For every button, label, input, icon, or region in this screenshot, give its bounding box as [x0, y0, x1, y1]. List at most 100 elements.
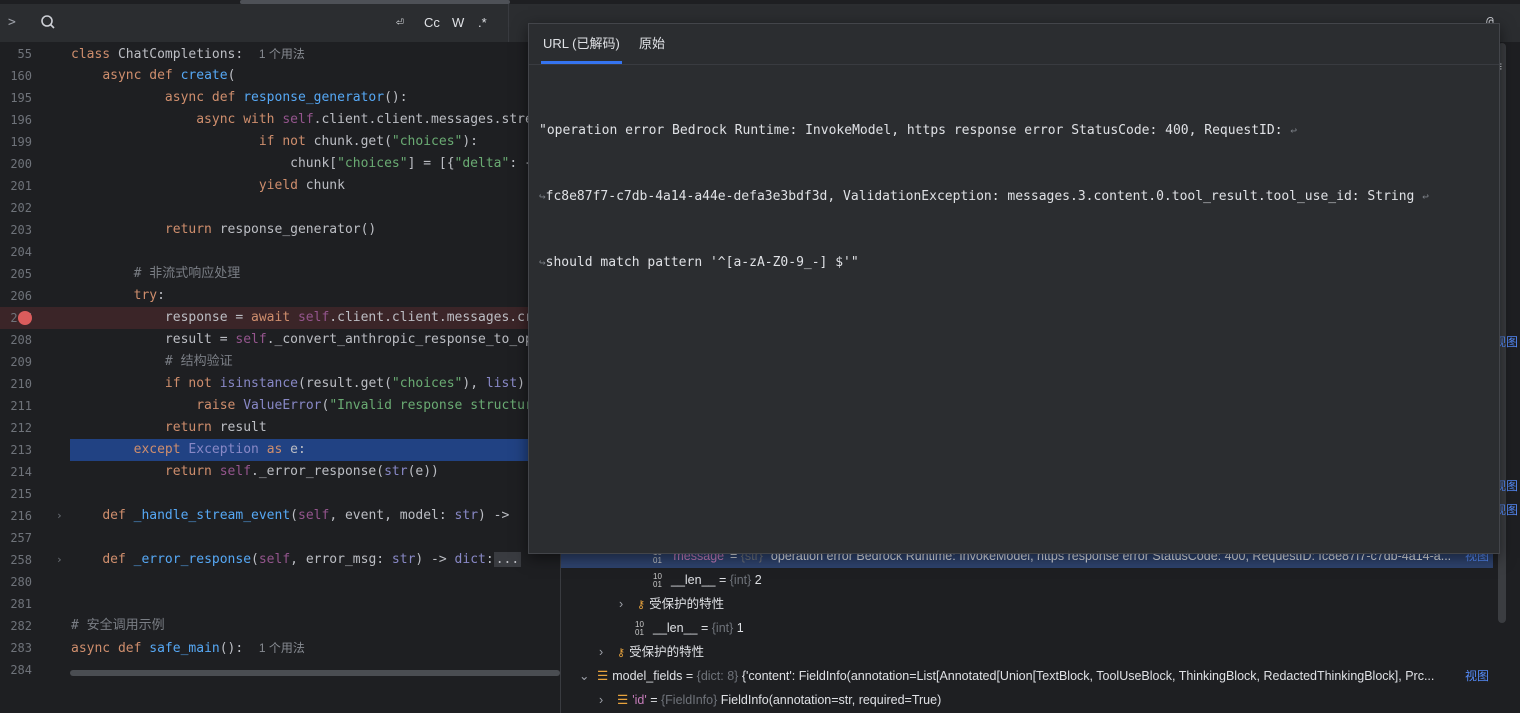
code-line[interactable]: 202 [0, 197, 560, 219]
code-line[interactable]: 280 [0, 571, 560, 593]
expand-chevron-icon[interactable]: > [8, 4, 16, 42]
code-line[interactable]: 281 [0, 593, 560, 615]
fold-chevron-icon[interactable]: › [56, 505, 63, 527]
code-text[interactable]: # 结构验证 [70, 351, 528, 373]
code-text[interactable] [70, 571, 528, 593]
newline-icon[interactable]: ⏎ [396, 4, 404, 42]
tab-url-decoded[interactable]: URL (已解码) [541, 24, 622, 64]
code-line[interactable]: 195 async def response_generator(): [0, 87, 560, 109]
code-line[interactable]: 208 result = self._convert_anthropic_res… [0, 329, 560, 351]
code-text[interactable]: response = await self.client.client.mess… [70, 307, 528, 329]
line-number[interactable]: 282 [0, 615, 32, 637]
line-number[interactable]: 160 [0, 65, 32, 87]
code-text[interactable]: yield chunk [70, 175, 528, 197]
code-line[interactable]: 55 class ChatCompletions: 1 个用法 [0, 43, 560, 65]
line-number[interactable]: 210 [0, 373, 32, 395]
line-number[interactable]: 257 [0, 527, 32, 549]
code-line[interactable]: 216 › def _handle_stream_event(self, even… [0, 505, 560, 527]
code-text[interactable] [70, 527, 528, 549]
code-text[interactable]: # 安全调用示例 [70, 615, 528, 637]
code-text[interactable]: result = self._convert_anthropic_respons… [70, 329, 528, 351]
code-text[interactable]: def _handle_stream_event(self, event, mo… [70, 505, 528, 527]
code-text[interactable]: return self._error_response(str(e)) [70, 461, 528, 483]
code-line[interactable]: 204 [0, 241, 560, 263]
view-link[interactable]: 视图 [1465, 664, 1489, 688]
code-line[interactable]: 213 except Exception as e: [0, 439, 560, 461]
code-text[interactable] [70, 483, 528, 505]
line-number[interactable]: 215 [0, 483, 32, 505]
line-number[interactable]: 281 [0, 593, 32, 615]
code-line[interactable]: 160 async def create( [0, 65, 560, 87]
line-number[interactable]: 214 [0, 461, 32, 483]
code-text[interactable]: async with self.client.client.messages.s… [70, 109, 528, 131]
code-text[interactable]: if not chunk.get("choices"): [70, 131, 528, 153]
line-number[interactable]: 195 [0, 87, 32, 109]
code-line[interactable]: 209 # 结构验证 [0, 351, 560, 373]
line-number[interactable]: 209 [0, 351, 32, 373]
code-editor[interactable]: 55 class ChatCompletions: 1 个用法 160 async … [0, 43, 560, 713]
variable-row[interactable]: › ☰'id' = {FieldInfo} FieldInfo(annotatio… [561, 688, 1493, 712]
line-number[interactable]: 213 [0, 439, 32, 461]
line-number[interactable]: 199 [0, 131, 32, 153]
line-number[interactable]: 202 [0, 197, 32, 219]
line-number[interactable]: 196 [0, 109, 32, 131]
line-number[interactable]: 284 [0, 659, 32, 681]
line-number[interactable]: 280 [0, 571, 32, 593]
code-line[interactable]: 205 # 非流式响应处理 [0, 263, 560, 285]
code-text[interactable]: async def safe_main(): 1 个用法 [70, 637, 528, 659]
line-number[interactable]: 201 [0, 175, 32, 197]
code-line[interactable]: 283 async def safe_main(): 1 个用法 [0, 637, 560, 659]
variable-row[interactable]: › ⚷ 受保护的特性 [561, 592, 1493, 616]
regex-toggle[interactable]: .* [478, 4, 487, 42]
fold-chevron-icon[interactable]: › [56, 549, 63, 571]
code-text[interactable]: # 非流式响应处理 [70, 263, 528, 285]
line-number[interactable]: 206 [0, 285, 32, 307]
variable-row[interactable]: ⌄ ☰ model_fields = {dict: 8} {'content': F… [561, 664, 1493, 688]
code-line[interactable]: 257 [0, 527, 560, 549]
match-case-toggle[interactable]: Cc [424, 4, 440, 42]
variable-row[interactable]: 10 01 __len__ = {int} 2 [561, 568, 1493, 592]
code-text[interactable]: return response_generator() [70, 219, 528, 241]
code-line[interactable]: 212 return result [0, 417, 560, 439]
line-number[interactable]: 204 [0, 241, 32, 263]
code-line[interactable]: 203 return response_generator() [0, 219, 560, 241]
code-text[interactable]: except Exception as e: [70, 439, 528, 461]
code-line[interactable]: 210 if not isinstance(result.get("choice… [0, 373, 560, 395]
code-text[interactable]: return result [70, 417, 528, 439]
variable-row[interactable]: 10 01 __len__ = {int} 1 [561, 616, 1493, 640]
code-text[interactable] [70, 593, 528, 615]
expand-chevron-icon[interactable]: ⌄ [579, 664, 593, 688]
code-line[interactable]: 200 chunk["choices"] = [{"delta": {}}] [0, 153, 560, 175]
whole-word-toggle[interactable]: W [452, 4, 464, 42]
code-text[interactable]: def _error_response(self, error_msg: str… [70, 549, 528, 571]
line-number[interactable]: 258 [0, 549, 32, 571]
tab-raw[interactable]: 原始 [639, 24, 665, 64]
editor-horizontal-scrollbar[interactable] [70, 670, 560, 676]
code-text[interactable]: class ChatCompletions: 1 个用法 [70, 43, 528, 65]
line-number[interactable]: 216 [0, 505, 32, 527]
code-line[interactable]: 196 async with self.client.client.messag… [0, 109, 560, 131]
variable-row[interactable]: › ⚷ 受保护的特性 [561, 640, 1493, 664]
search-icon[interactable] [40, 4, 58, 42]
code-line[interactable]: 206 try: [0, 285, 560, 307]
code-text[interactable]: raise ValueError("Invalid response struc… [70, 395, 528, 417]
code-text[interactable]: try: [70, 285, 528, 307]
code-text[interactable]: async def create( [70, 65, 528, 87]
code-line[interactable]: 258 › def _error_response(self, error_msg… [0, 549, 560, 571]
line-number[interactable]: 211 [0, 395, 32, 417]
line-number[interactable]: 55 [0, 43, 32, 65]
expand-chevron-icon[interactable]: › [619, 592, 633, 616]
code-line[interactable]: 214 return self._error_response(str(e)) [0, 461, 560, 483]
code-text[interactable]: chunk["choices"] = [{"delta": {}}] [70, 153, 528, 175]
code-line[interactable]: 201 yield chunk [0, 175, 560, 197]
line-number[interactable]: 283 [0, 637, 32, 659]
code-line[interactable]: 282 # 安全调用示例 [0, 615, 560, 637]
line-number[interactable]: 203 [0, 219, 32, 241]
expand-chevron-icon[interactable]: › [599, 688, 613, 712]
code-line[interactable]: 211 raise ValueError("Invalid response s… [0, 395, 560, 417]
breakpoint-icon[interactable] [18, 311, 32, 325]
code-line[interactable]: 215 [0, 483, 560, 505]
line-number[interactable]: 200 [0, 153, 32, 175]
code-text[interactable] [70, 197, 528, 219]
line-number[interactable]: 205 [0, 263, 32, 285]
